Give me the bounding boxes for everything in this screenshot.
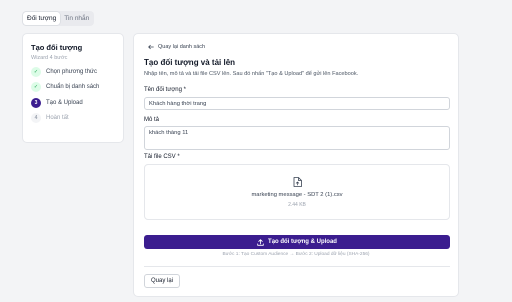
process-hint: Bước 1: Tạo Custom Audience → Bước 2: Up… [222,252,370,257]
tab-audiences[interactable]: Đối tượng [23,12,61,25]
step-label: Chọn phương thức [46,68,97,75]
step-label: Tạo & Upload [46,99,83,106]
top-tabs: Đối tượng Tin nhắn [22,11,95,26]
step-number: 3 [31,97,41,108]
wizard-subtitle: Wizard 4 bước [31,55,68,61]
step-number: 4 [31,113,41,123]
csv-dropzone[interactable]: marketing message - SDT 2 (1).csv 2.44 K… [144,164,450,220]
step-label: Chuẩn bị danh sách [46,84,100,90]
wizard-step-3: 3 Tạo & Upload [31,97,115,108]
audience-name-input[interactable]: Khách hàng thời trang [144,97,450,110]
check-icon: ✓ [31,82,41,92]
file-icon [293,177,302,187]
back-button[interactable]: Quay lại [144,274,181,288]
create-upload-label: Tạo đối tượng & Upload [268,239,337,245]
create-audience-card: Quay lại danh sách Tạo đối tượng và tải … [133,33,459,297]
divider [144,266,450,267]
back-link-label: Quay lại danh sách [158,44,206,50]
file-size: 2.44 KB [288,202,306,208]
file-name: marketing message - SDT 2 (1).csv [251,192,343,198]
tab-messages[interactable]: Tin nhắn [60,12,93,25]
arrow-left-icon [148,44,154,50]
check-icon: ✓ [31,66,41,77]
wizard-title: Tạo đối tượng [31,43,83,52]
back-to-list-link[interactable]: Quay lại danh sách [148,44,205,50]
description-label: Mô tả [144,117,160,123]
wizard-panel: Tạo đối tượng Wizard 4 bước ✓ Chọn phươn… [22,33,124,143]
wizard-step-1: ✓ Chọn phương thức [31,66,115,77]
page-description: Nhập tên, mô tả và tải file CSV lên. Sau… [144,71,359,77]
upload-icon [257,238,264,246]
create-upload-button[interactable]: Tạo đối tượng & Upload [144,235,450,249]
page-title: Tạo đối tượng và tải lên [144,58,236,67]
csv-label: Tải file CSV * [144,154,180,160]
name-label: Tên đối tượng * [144,87,186,93]
step-label: Hoàn tất [46,115,69,121]
wizard-step-2: ✓ Chuẩn bị danh sách [31,82,115,92]
audience-description-textarea[interactable]: khách thàng 11 [144,126,450,150]
wizard-step-4: 4 Hoàn tất [31,113,115,123]
